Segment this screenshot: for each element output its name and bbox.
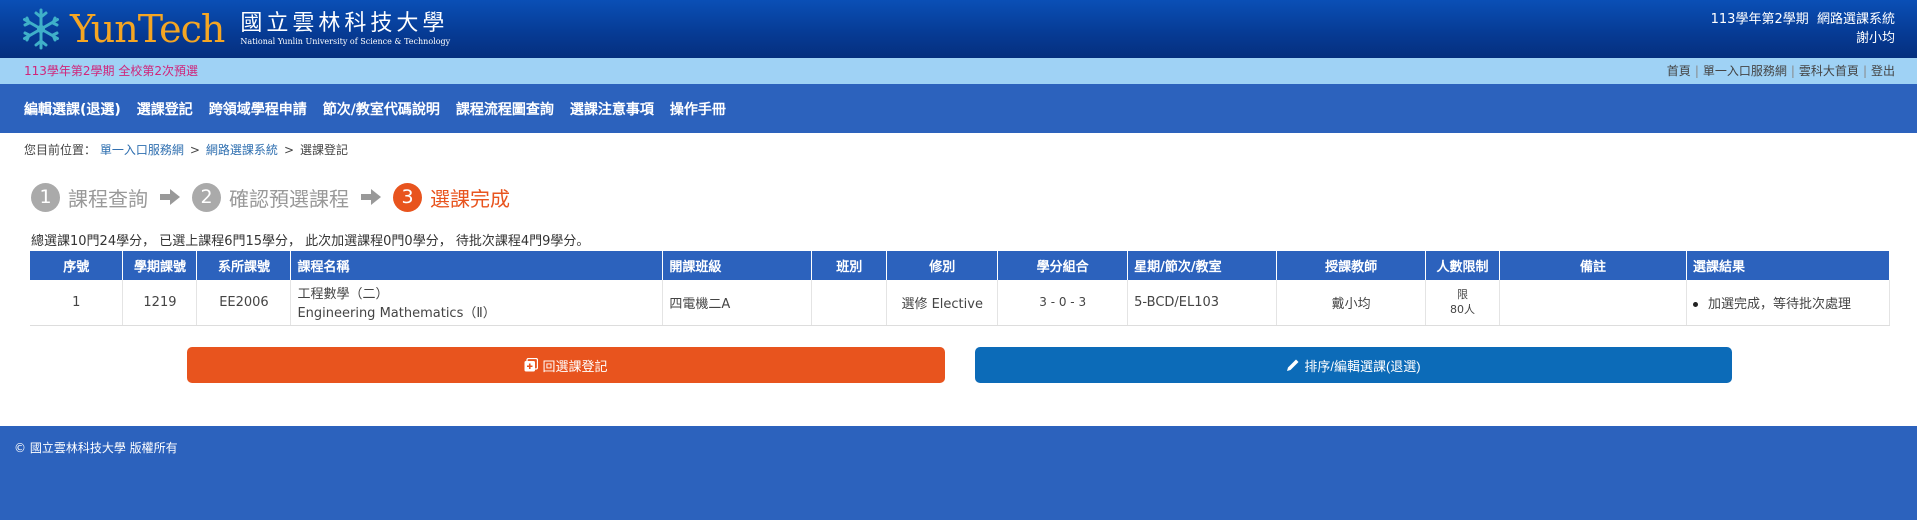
link-separator: | [1694, 64, 1699, 78]
step-3-number: 3 [393, 182, 422, 212]
nav-notes[interactable]: 選課注意事項 [570, 99, 654, 119]
nav-edit-courses[interactable]: 編輯選課(退選) [24, 99, 121, 119]
breadcrumb-separator: > [283, 143, 294, 157]
course-name-cn: 工程數學（二） [297, 287, 389, 303]
cell-type: 選修 Elective [886, 280, 999, 326]
step-3: 3 選課完成 [393, 182, 510, 212]
cell-credits: 3 - 0 - 3 [997, 280, 1129, 326]
logo-tech: Tech [137, 7, 226, 51]
system-title: 113學年第2學期 網路選課系統 [1710, 12, 1895, 27]
nav-manual[interactable]: 操作手冊 [670, 99, 726, 119]
logo-en-name: National Yunlin University of Science & … [240, 37, 451, 46]
step-1-number: 1 [31, 182, 60, 212]
step-1: 1 課程查詢 [31, 182, 148, 212]
nav-period-room-codes[interactable]: 節次/教室代碼說明 [323, 99, 440, 119]
cell-class: 四電機二A [662, 280, 813, 326]
logo-wordmark: YunTech [70, 6, 226, 52]
link-university-home[interactable]: 雲科大首頁 [1799, 64, 1859, 78]
site-footer: © 國立雲林科技大學 版權所有 [0, 426, 1917, 520]
sub-bar: 113學年第2學期 全校第2次預選 首頁 | 單一入口服務網 | 雲科大首頁 | 登出 [0, 58, 1917, 84]
breadcrumb-system[interactable]: 網路選課系統 [206, 143, 278, 157]
col-section: 班別 [811, 251, 888, 280]
term-notice: 113學年第2學期 全校第2次預選 [24, 64, 198, 78]
col-schedule: 星期/節次/教室 [1127, 251, 1278, 280]
col-limit: 人數限制 [1425, 251, 1501, 280]
col-class: 開課班級 [662, 251, 813, 280]
table-row: 1 1219 EE2006 工程數學（二） Engineering Mathem… [30, 280, 1891, 326]
cell-section [811, 280, 888, 326]
cell-result: 加選完成，等待批次處理 [1686, 280, 1891, 326]
link-separator: | [1862, 64, 1867, 78]
link-separator: | [1790, 64, 1795, 78]
nav-course-flowchart[interactable]: 課程流程圖查詢 [456, 99, 554, 119]
header-user-info: 113學年第2學期 網路選課系統 謝小均 [1711, 10, 1895, 48]
back-to-registration-button[interactable]: 回選課登記 [187, 347, 945, 383]
link-portal[interactable]: 單一入口服務網 [1703, 64, 1787, 78]
breadcrumb-current: 選課登記 [300, 143, 349, 157]
breadcrumb: 您目前位置： 單一入口服務網 > 網路選課系統 > 選課登記 [24, 141, 348, 158]
cell-dept-code: EE2006 [196, 280, 292, 326]
col-type: 修別 [886, 251, 999, 280]
bullet-icon [1692, 301, 1698, 307]
pencil-icon [1287, 359, 1299, 371]
col-dept-code: 系所課號 [196, 251, 292, 280]
site-header: YunTech 國立雲林科技大學 National Yunlin Univers… [0, 0, 1917, 58]
breadcrumb-separator: > [189, 143, 200, 157]
add-square-icon [524, 358, 539, 372]
col-teacher: 授課教師 [1276, 251, 1427, 280]
course-summary: 總選課10門24學分， 已選上課程6門15學分， 此次加選課程0門0學分， 待批… [31, 234, 590, 249]
progress-steps: 1 課程查詢 2 確認預選課程 3 選課完成 [31, 182, 510, 212]
breadcrumb-prefix: 您目前位置： [24, 143, 97, 157]
col-note: 備註 [1499, 251, 1687, 280]
arrow-right-icon [160, 189, 180, 205]
cell-limit: 限 80人 [1425, 280, 1501, 326]
step-3-label: 選課完成 [430, 186, 510, 211]
cell-note [1499, 280, 1687, 326]
breadcrumb-portal[interactable]: 單一入口服務網 [100, 143, 184, 157]
cell-term-code: 1219 [122, 280, 198, 326]
course-name-en: Engineering Mathematics（Ⅱ） [297, 306, 496, 322]
copyright: © 國立雲林科技大學 版權所有 [14, 441, 178, 455]
link-home[interactable]: 首頁 [1667, 64, 1691, 78]
logo-cn-name: 國立雲林科技大學 [240, 11, 449, 36]
limit-count: 80人 [1450, 303, 1476, 317]
top-links: 首頁 | 單一入口服務網 | 雲科大首頁 | 登出 [1667, 58, 1895, 84]
step-2-label: 確認預選課程 [229, 186, 349, 211]
cell-course-name: 工程數學（二） Engineering Mathematics（Ⅱ） [290, 280, 664, 326]
col-course-name: 課程名稱 [290, 251, 664, 280]
site-logo[interactable]: YunTech 國立雲林科技大學 National Yunlin Univers… [18, 6, 450, 52]
cell-schedule: 5-BCD/EL103 [1127, 280, 1278, 326]
nav-cross-program[interactable]: 跨領域學程申請 [209, 99, 307, 119]
arrow-right-icon [361, 189, 381, 205]
result-text: 加選完成，等待批次處理 [1707, 296, 1851, 312]
nav-course-registration[interactable]: 選課登記 [137, 99, 193, 119]
step-2: 2 確認預選課程 [192, 182, 349, 212]
table-header-row: 序號 學期課號 系所課號 課程名稱 開課班級 班別 修別 學分組合 星期/節次/… [30, 251, 1891, 280]
course-result-table: 序號 學期課號 系所課號 課程名稱 開課班級 班別 修別 學分組合 星期/節次/… [30, 251, 1891, 326]
col-seq: 序號 [30, 251, 124, 280]
col-term-code: 學期課號 [122, 251, 198, 280]
col-credits: 學分組合 [997, 251, 1129, 280]
edit-button-label: 排序/編輯選課(退選) [1304, 358, 1421, 374]
cell-teacher: 戴小均 [1276, 280, 1427, 326]
cell-seq: 1 [30, 280, 124, 326]
step-1-label: 課程查詢 [68, 186, 148, 211]
snowflake-logo-icon [23, 8, 59, 50]
logo-yun: Yun [70, 7, 139, 51]
back-button-label: 回選課登記 [542, 358, 608, 374]
col-result: 選課結果 [1686, 251, 1891, 280]
logo-university-name: 國立雲林科技大學 National Yunlin University of S… [240, 11, 450, 47]
step-2-number: 2 [192, 182, 221, 212]
main-nav: 編輯選課(退選) 選課登記 跨領域學程申請 節次/教室代碼說明 課程流程圖查詢 … [0, 84, 1917, 133]
user-name: 謝小均 [1855, 31, 1895, 46]
sort-edit-courses-button[interactable]: 排序/編輯選課(退選) [975, 347, 1732, 383]
limit-label: 限 [1457, 288, 1469, 302]
link-logout[interactable]: 登出 [1871, 64, 1895, 78]
